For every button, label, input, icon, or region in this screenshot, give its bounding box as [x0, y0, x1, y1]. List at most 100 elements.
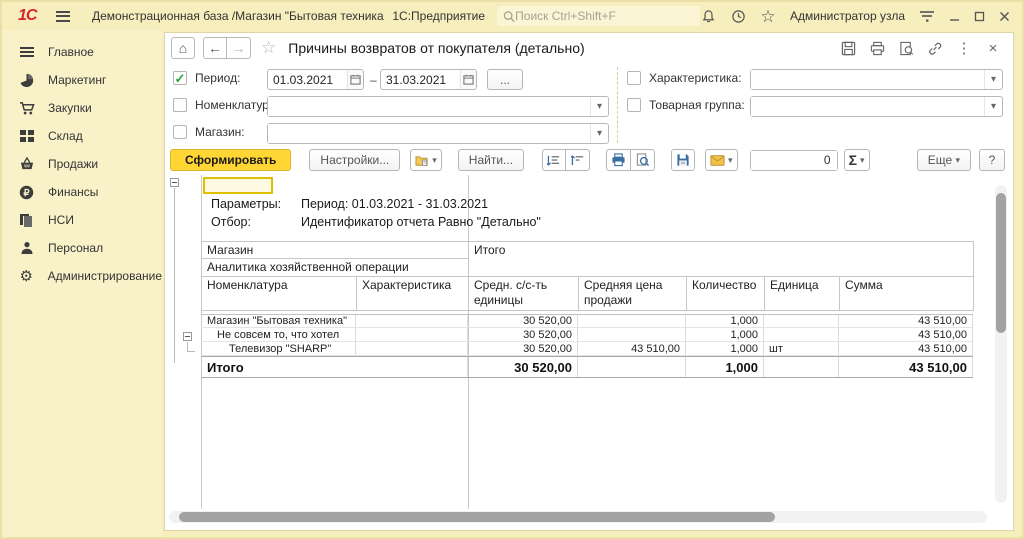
calendar-icon[interactable] — [347, 70, 363, 89]
total-empty-cell[interactable] — [764, 357, 839, 377]
report-filter-row[interactable]: Отбор: Идентификатор отчета Равно "Детал… — [211, 215, 251, 229]
cell-qty[interactable]: 1,000 — [686, 328, 764, 341]
autosum-input[interactable] — [751, 151, 837, 170]
col-header-unit[interactable]: Единица — [764, 276, 840, 311]
header-analytics[interactable]: Аналитика хозяйственной операции — [201, 258, 469, 277]
nomenclature-input[interactable] — [268, 97, 590, 116]
notifications-bell-icon[interactable] — [700, 8, 716, 24]
sidebar-item-personnel[interactable]: Персонал — [2, 234, 162, 262]
sidebar-item-sales[interactable]: Продажи — [2, 150, 162, 178]
nomenclature-field[interactable]: ▾ — [267, 96, 609, 117]
selected-cell[interactable] — [203, 177, 273, 194]
col-header-avg-cost[interactable]: Средн. с/с-ть единицы — [468, 276, 579, 311]
period-from-field[interactable] — [267, 69, 364, 90]
more-button[interactable]: Еще ▾ — [917, 149, 971, 171]
sidebar-item-administration[interactable]: ⚙ Администрирование — [2, 262, 162, 290]
window-maximize-button[interactable] — [974, 11, 985, 22]
characteristic-field[interactable]: ▾ — [750, 69, 1003, 90]
autosum-button[interactable]: Σ ▾ — [844, 149, 870, 171]
home-button[interactable]: ⌂ — [171, 37, 195, 59]
report-spreadsheet[interactable]: Параметры: Период: 01.03.2021 - 31.03.20… — [167, 175, 1011, 525]
expand-groups-button[interactable] — [542, 149, 566, 171]
get-link-icon[interactable] — [927, 40, 943, 56]
preview-button[interactable] — [631, 149, 655, 171]
find-button[interactable]: Найти... — [458, 149, 524, 171]
window-close-button[interactable] — [999, 11, 1010, 22]
report-params-row[interactable]: Параметры: Период: 01.03.2021 - 31.03.20… — [211, 197, 281, 211]
history-clock-icon[interactable] — [730, 8, 746, 24]
sidebar-item-purchases[interactable]: Закупки — [2, 94, 162, 122]
help-button[interactable]: ? — [979, 149, 1005, 171]
horizontal-scroll-thumb[interactable] — [179, 512, 775, 522]
save-icon[interactable] — [840, 40, 856, 56]
report-total-row[interactable]: Итого 30 520,00 1,000 43 510,00 — [201, 356, 973, 378]
autosum-value-field[interactable] — [750, 150, 838, 171]
cell-sum[interactable]: 43 510,00 — [839, 328, 973, 341]
total-qty-cell[interactable]: 1,000 — [686, 357, 764, 377]
current-user-label[interactable]: Администратор узла — [790, 9, 905, 23]
cell-avg-price[interactable] — [578, 328, 686, 341]
send-email-button[interactable]: ▾ — [705, 149, 738, 171]
connection-quality-icon[interactable] — [919, 8, 935, 24]
group-collapse-box[interactable] — [183, 332, 192, 341]
cell-avg-price[interactable]: 43 510,00 — [578, 342, 686, 355]
product-group-checkbox[interactable] — [627, 98, 641, 112]
characteristic-input[interactable] — [751, 70, 984, 89]
product-group-field[interactable]: ▾ — [750, 96, 1003, 117]
sidebar-item-marketing[interactable]: Маркетинг — [2, 66, 162, 94]
search-input[interactable] — [515, 9, 694, 23]
cell-avg-cost[interactable]: 30 520,00 — [468, 328, 578, 341]
sidebar-item-finance[interactable]: ₽ Финансы — [2, 178, 162, 206]
form-close-icon[interactable]: × — [985, 40, 1001, 56]
period-from-input[interactable] — [268, 73, 347, 87]
header-store[interactable]: Магазин — [201, 241, 469, 259]
chevron-down-icon[interactable]: ▾ — [984, 70, 1002, 89]
cell-name[interactable]: Магазин "Бытовая техника" — [201, 315, 356, 327]
col-header-sum[interactable]: Сумма — [839, 276, 974, 311]
total-label-cell[interactable]: Итого — [201, 357, 468, 377]
forward-button[interactable]: → — [227, 37, 251, 59]
cell-sum[interactable]: 43 510,00 — [839, 315, 973, 327]
group-collapse-box[interactable] — [170, 178, 179, 187]
cell-qty[interactable]: 1,000 — [686, 315, 764, 327]
calendar-icon[interactable] — [460, 70, 476, 89]
collapse-groups-button[interactable] — [566, 149, 590, 171]
cell-characteristic[interactable] — [356, 315, 468, 327]
header-total[interactable]: Итого — [468, 241, 974, 277]
sidebar-item-main[interactable]: Главное — [2, 38, 162, 66]
store-input[interactable] — [268, 124, 590, 143]
cell-characteristic[interactable] — [356, 328, 468, 341]
total-sum-cell[interactable]: 43 510,00 — [839, 357, 973, 377]
total-avg-cost-cell[interactable]: 30 520,00 — [468, 357, 578, 377]
chevron-down-icon[interactable]: ▾ — [984, 97, 1002, 116]
store-checkbox[interactable] — [173, 125, 187, 139]
more-dots-icon[interactable]: ⋮ — [956, 40, 972, 56]
period-to-input[interactable] — [381, 73, 460, 87]
report-row-store[interactable]: Магазин "Бытовая техника" 30 520,00 1,00… — [201, 314, 973, 328]
cell-sum[interactable]: 43 510,00 — [839, 342, 973, 355]
col-header-qty[interactable]: Количество — [686, 276, 765, 311]
period-to-field[interactable] — [380, 69, 477, 90]
main-menu-icon[interactable] — [56, 11, 70, 22]
save-result-button[interactable] — [671, 149, 695, 171]
chevron-down-icon[interactable]: ▾ — [590, 124, 608, 143]
chevron-down-icon[interactable]: ▾ — [590, 97, 608, 116]
favorite-star-icon[interactable]: ☆ — [261, 38, 276, 58]
sidebar-item-warehouse[interactable]: Склад — [2, 122, 162, 150]
report-variants-button[interactable]: ▾ — [410, 149, 442, 171]
cell-unit[interactable] — [764, 315, 839, 327]
back-button[interactable]: ← — [203, 37, 227, 59]
cell-avg-price[interactable] — [578, 315, 686, 327]
print-button[interactable] — [606, 149, 631, 171]
col-header-nomenclature[interactable]: Номенклатура — [201, 276, 357, 311]
cell-name[interactable]: Не совсем то, что хотел — [201, 328, 356, 341]
vertical-scrollbar[interactable] — [995, 185, 1007, 503]
favorites-star-icon[interactable]: ☆ — [760, 8, 776, 24]
window-minimize-button[interactable] — [949, 11, 960, 22]
report-row-reason[interactable]: Не совсем то, что хотел 30 520,00 1,000 … — [201, 328, 973, 342]
cell-unit[interactable]: шт — [764, 342, 839, 355]
period-more-button[interactable]: ... — [487, 69, 523, 90]
product-group-input[interactable] — [751, 97, 984, 116]
settings-button[interactable]: Настройки... — [309, 149, 400, 171]
preview-icon[interactable] — [898, 40, 914, 56]
